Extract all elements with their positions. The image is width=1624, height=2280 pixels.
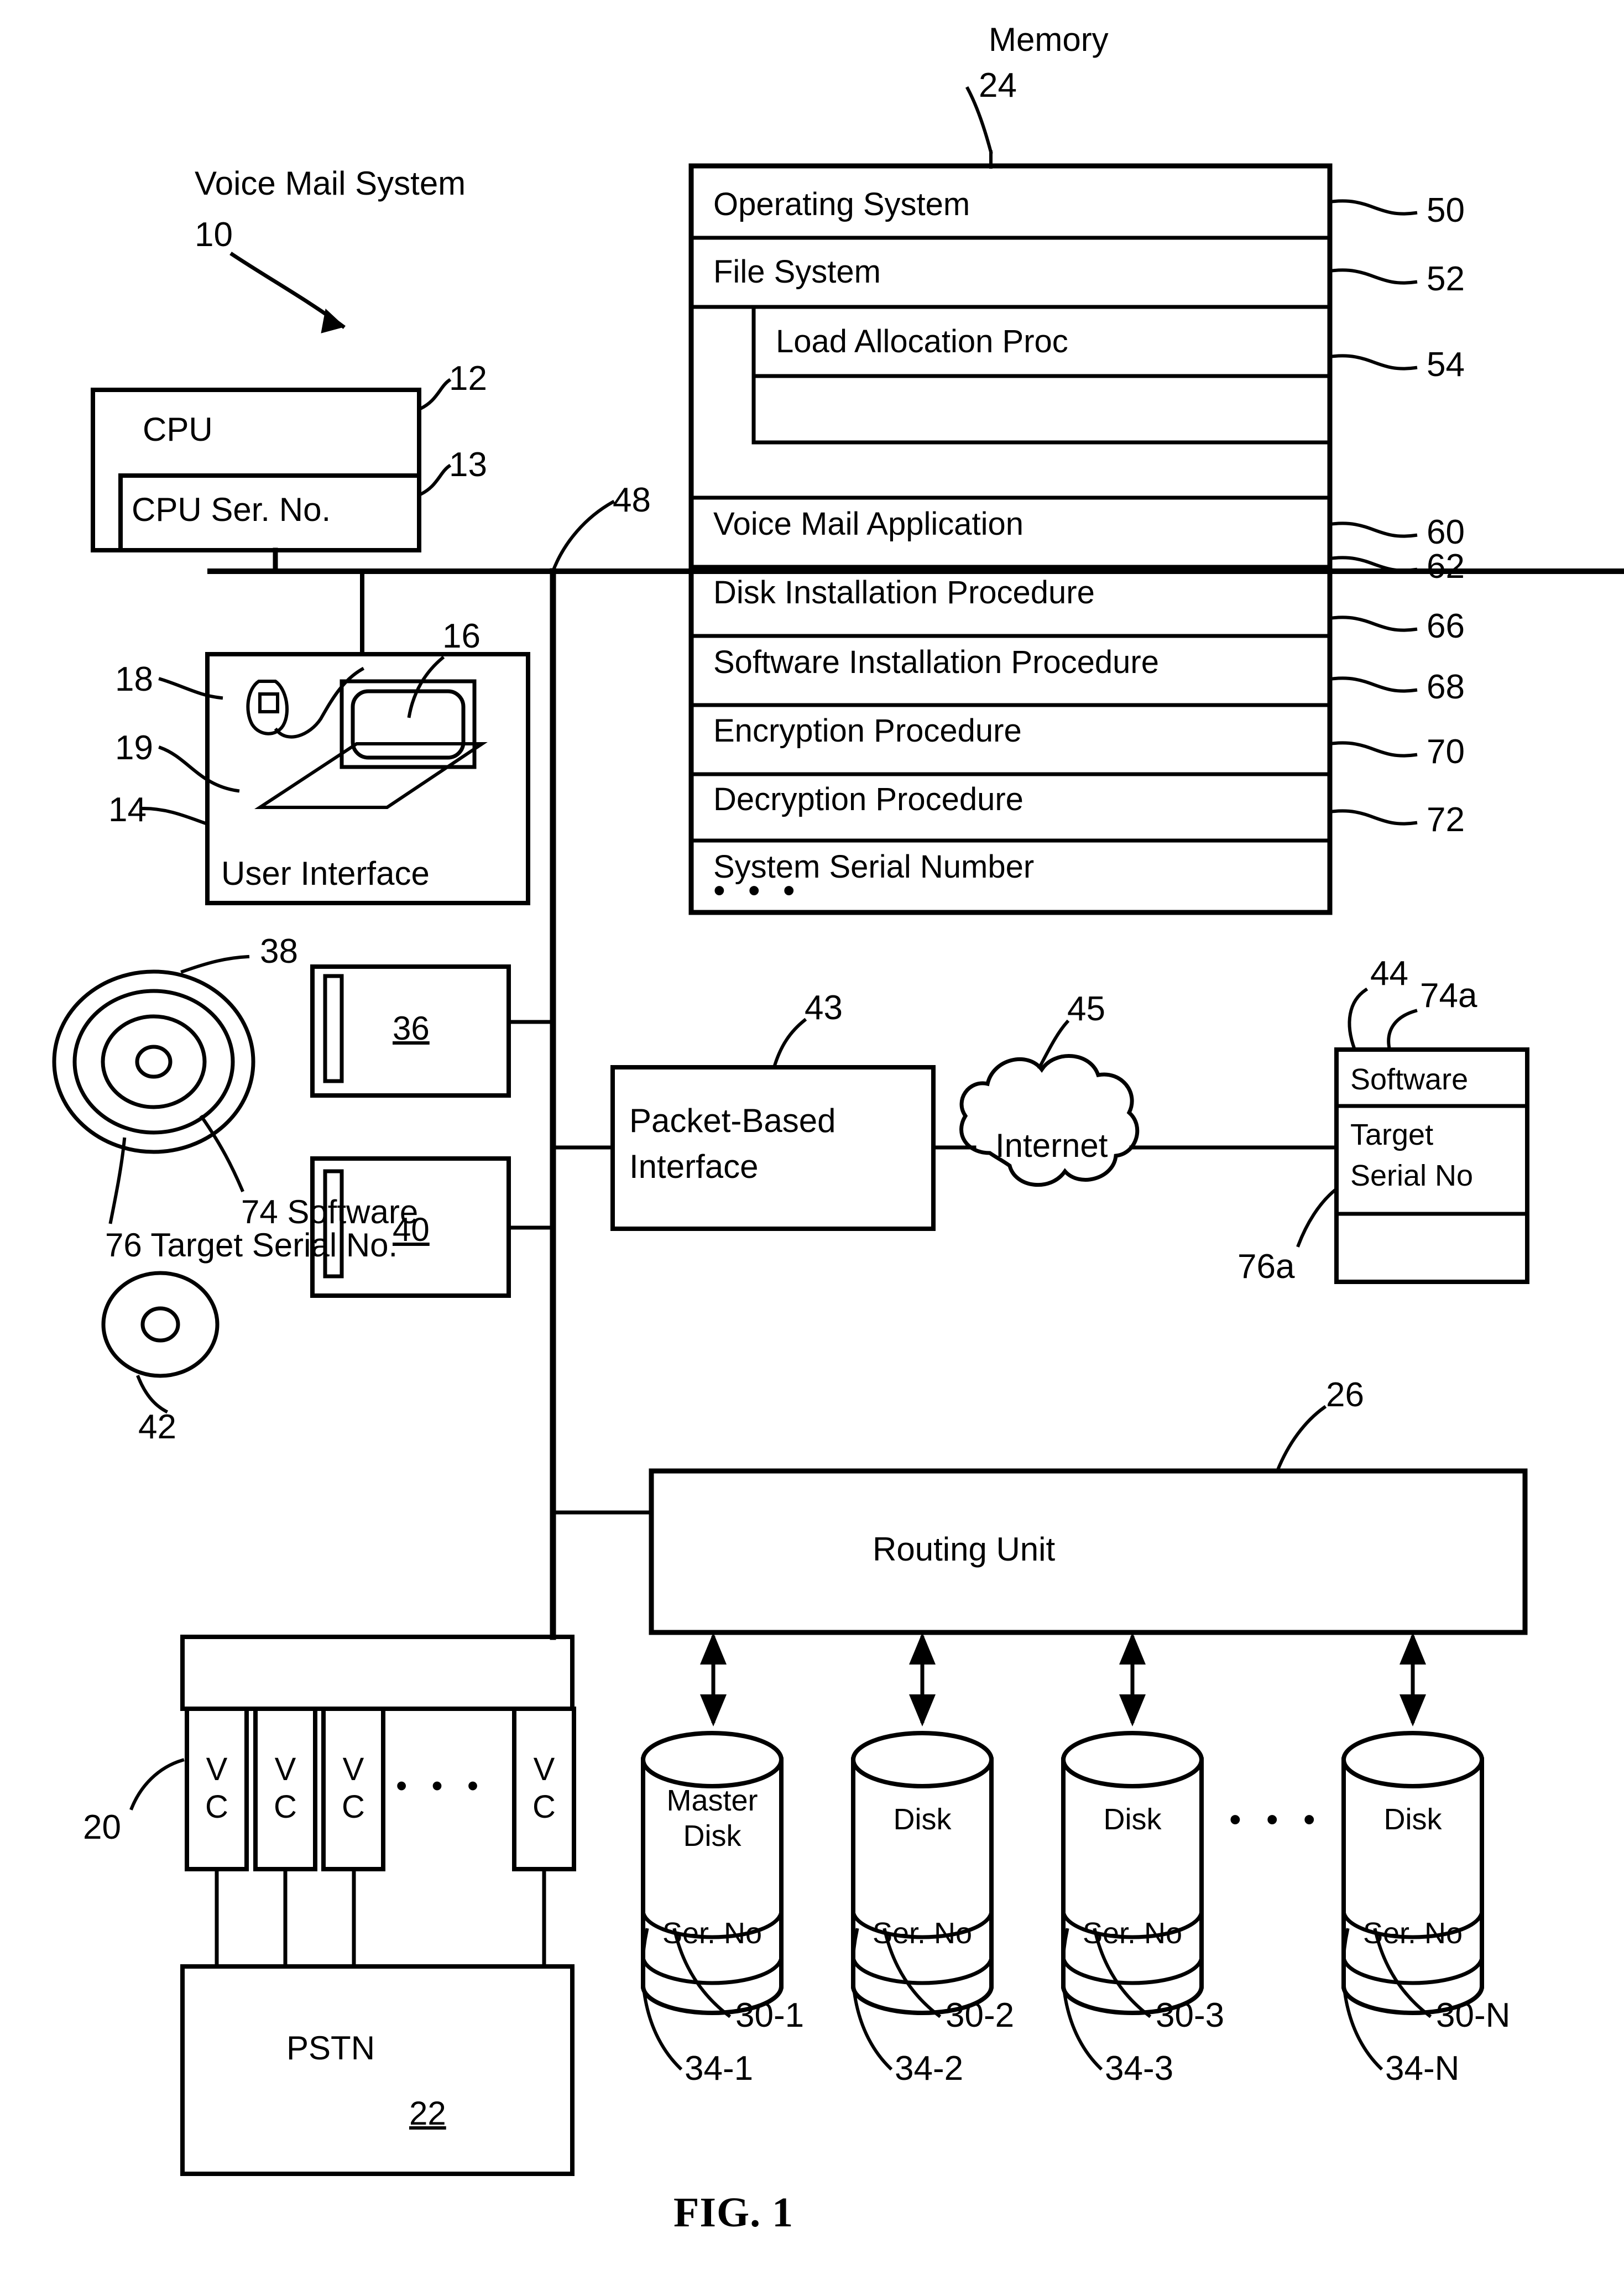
memory-row-load-allocation-proc: Load Allocation Proc bbox=[776, 324, 1068, 359]
ref-14: 14 bbox=[108, 791, 147, 829]
ref-34-1: 34-1 bbox=[685, 2049, 754, 2088]
ref-20: 20 bbox=[83, 1808, 121, 1846]
user-interface-label: User Interface bbox=[221, 855, 430, 892]
vc-ellipsis: • • • bbox=[396, 1768, 487, 1804]
ref-62: 62 bbox=[1427, 547, 1465, 586]
disk-1-name-line2: Disk bbox=[683, 1819, 741, 1853]
internet-label: Internet bbox=[995, 1127, 1108, 1164]
ref-42: 42 bbox=[138, 1408, 176, 1446]
ref-34-2: 34-2 bbox=[895, 2049, 964, 2088]
memory-row-ellipsis: • • • bbox=[713, 872, 802, 910]
memory-row-decryption-procedure: Decryption Procedure bbox=[713, 781, 1024, 817]
figure-caption: FIG. 1 bbox=[673, 2189, 794, 2236]
ref-12: 12 bbox=[449, 359, 487, 398]
packet-interface-label-line1: Packet-Based bbox=[629, 1102, 836, 1139]
ref-38: 38 bbox=[260, 932, 298, 971]
ref-34-3: 34-3 bbox=[1105, 2049, 1174, 2088]
ref-43: 43 bbox=[805, 989, 843, 1027]
patent-figure-page: FIG. 1 Voice Mail System 10 Memory 24 Op… bbox=[0, 0, 1624, 2280]
memory-row-disk-installation-procedure: Disk Installation Procedure bbox=[713, 575, 1095, 611]
ref-30-2: 30-2 bbox=[946, 1996, 1015, 2034]
memory-row-operating-system: Operating System bbox=[713, 186, 970, 222]
vc-card-1-line2: C bbox=[205, 1789, 228, 1825]
disk-3-name-line1: Disk bbox=[1103, 1803, 1162, 1836]
cpu-label: CPU bbox=[143, 411, 213, 448]
disk-2-serial-label: Ser. No bbox=[872, 1917, 973, 1950]
packet-interface-label-line2: Interface bbox=[629, 1148, 759, 1185]
ref-13: 13 bbox=[449, 446, 487, 484]
drive-target-serial-note: 76 Target Serial No. bbox=[105, 1227, 398, 1264]
ref-19: 19 bbox=[115, 729, 153, 767]
ref-72: 72 bbox=[1427, 801, 1465, 839]
pstn-outline bbox=[180, 1964, 575, 2176]
ref-24: 24 bbox=[979, 66, 1017, 105]
routing-disk-arrowheads bbox=[700, 1632, 1426, 1726]
disk-1-name-line1: Master bbox=[666, 1784, 758, 1817]
vc-card-2-line1: V bbox=[274, 1751, 296, 1787]
pstn-label: PSTN bbox=[286, 2029, 375, 2067]
routing-disk-arrows bbox=[711, 1636, 1415, 1723]
vc-card-2-line2: C bbox=[274, 1789, 297, 1825]
vc-card-n-line1: V bbox=[533, 1751, 555, 1787]
memory-ref-leaders bbox=[1328, 199, 1418, 826]
remote-target-label-line1: Target bbox=[1350, 1118, 1434, 1151]
ref-70: 70 bbox=[1427, 733, 1465, 771]
ref-30-n: 30-N bbox=[1436, 1996, 1511, 2034]
pstn-ref: 22 bbox=[409, 2095, 446, 2132]
memory-row-software-installation-procedure: Software Installation Procedure bbox=[713, 644, 1159, 680]
ref-52: 52 bbox=[1427, 260, 1465, 298]
routing-unit-outline bbox=[649, 1468, 1528, 1635]
memory-row-voice-mail-application: Voice Mail Application bbox=[713, 506, 1024, 542]
disk-n-serial-label: Ser. No bbox=[1362, 1917, 1463, 1950]
disk-2-name-line1: Disk bbox=[893, 1803, 952, 1836]
keyboard-shape bbox=[254, 742, 488, 809]
remote-software-label: Software bbox=[1350, 1063, 1469, 1096]
ref-45: 45 bbox=[1067, 990, 1105, 1028]
ref-30-1: 30-1 bbox=[735, 1996, 805, 2034]
ref-66: 66 bbox=[1427, 607, 1465, 645]
drive-36-label: 36 bbox=[393, 1010, 430, 1047]
page-title: Voice Mail System bbox=[195, 165, 466, 202]
drive-software-note: 74 Software bbox=[241, 1193, 419, 1230]
ref-74a: 74a bbox=[1420, 977, 1477, 1015]
memory-row-file-system: File System bbox=[713, 254, 881, 290]
ref-10: 10 bbox=[195, 216, 233, 254]
mouse-shape bbox=[246, 666, 365, 739]
ref-16: 16 bbox=[442, 617, 481, 655]
ref-76a: 76a bbox=[1237, 1248, 1295, 1286]
disks-ellipsis: • • • bbox=[1229, 1801, 1323, 1839]
ref-26: 26 bbox=[1326, 1376, 1364, 1414]
ref-44: 44 bbox=[1370, 954, 1408, 993]
internet-cloud-shape bbox=[959, 1054, 1140, 1187]
memory-row-encryption-procedure: Encryption Procedure bbox=[713, 713, 1022, 749]
ref-48: 48 bbox=[613, 481, 651, 519]
disk-1-serial-label: Ser. No bbox=[662, 1917, 763, 1950]
media-42-shape bbox=[101, 1271, 220, 1378]
ref-68: 68 bbox=[1427, 668, 1465, 706]
cpu-serial-label: CPU Ser. No. bbox=[132, 491, 331, 528]
memory-title: Memory bbox=[989, 21, 1109, 58]
ref-34-n: 34-N bbox=[1385, 2049, 1460, 2088]
ref-54: 54 bbox=[1427, 346, 1465, 384]
ref-18: 18 bbox=[115, 660, 153, 698]
vc-card-1-line1: V bbox=[206, 1751, 228, 1787]
ref-50: 50 bbox=[1427, 191, 1465, 229]
ref-30-3: 30-3 bbox=[1156, 1996, 1225, 2034]
media-38-shape bbox=[52, 969, 255, 1154]
disk-3-serial-label: Ser. No bbox=[1082, 1917, 1183, 1950]
vc-card-n-line2: C bbox=[532, 1789, 556, 1825]
vc-card-3-line2: C bbox=[342, 1789, 365, 1825]
routing-unit-label: Routing Unit bbox=[873, 1531, 1056, 1568]
ref-60: 60 bbox=[1427, 513, 1465, 551]
vc-card-3-line1: V bbox=[342, 1751, 364, 1787]
disk-n-name-line1: Disk bbox=[1383, 1803, 1442, 1836]
remote-target-label-line2: Serial No bbox=[1350, 1159, 1474, 1192]
monitor-shape bbox=[340, 679, 477, 769]
